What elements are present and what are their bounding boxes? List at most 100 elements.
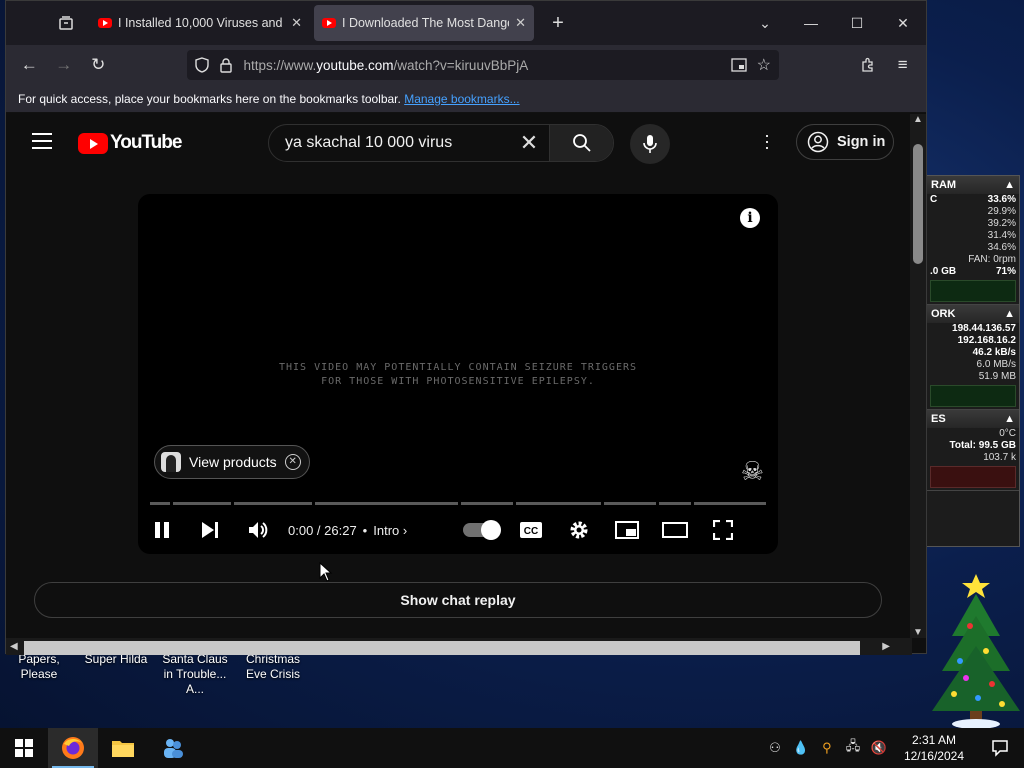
lock-icon[interactable] — [219, 57, 233, 73]
clock[interactable]: 2:31 AM 12/16/2024 — [904, 732, 964, 764]
scroll-right-icon[interactable]: ▶ — [882, 638, 890, 655]
chapter-segment[interactable] — [694, 502, 766, 505]
drive-total: Total: 99.5 GB — [949, 440, 1017, 451]
chapter-segment[interactable] — [603, 502, 656, 505]
clock-date: 12/16/2024 — [903, 749, 964, 763]
tab-viruses-video[interactable]: I Installed 10,000 Viruses and Th ✕ — [90, 5, 310, 41]
scroll-left-icon[interactable]: ◀ — [10, 638, 18, 655]
christmas-tree-gadget — [932, 574, 1020, 729]
people-tray-icon[interactable]: ⚇ — [766, 740, 784, 756]
video-player[interactable]: i THIS VIDEO MAY POTENTIALLY CONTAIN SEI… — [138, 194, 778, 554]
net-speed: 46.2 kB/s — [972, 347, 1016, 358]
guide-menu-icon[interactable] — [32, 133, 52, 149]
chapter-segment[interactable] — [150, 502, 170, 505]
youtube-favicon-icon — [322, 18, 336, 28]
taskbar-app-people[interactable] — [148, 728, 198, 768]
scrollbar-thumb[interactable] — [913, 144, 923, 264]
collapse-icon[interactable]: ▲ — [1004, 308, 1015, 320]
close-icon[interactable]: ✕ — [284, 454, 301, 470]
desktop-icon-papers-please[interactable]: Papers, Please — [0, 652, 78, 682]
search-tray-icon[interactable]: ⚲ — [818, 740, 836, 756]
tab-manager-button[interactable] — [46, 7, 86, 39]
subtitles-button[interactable]: CC — [507, 510, 555, 550]
scrollbar-thumb[interactable] — [24, 641, 860, 655]
tab-dangerous-video[interactable]: I Downloaded The Most Dange ✕ — [314, 5, 534, 41]
sign-in-button[interactable]: Sign in — [796, 124, 894, 160]
maximize-button[interactable]: ☐ — [834, 1, 880, 45]
new-tab-button[interactable]: + — [540, 12, 576, 35]
chapter-segment[interactable] — [172, 502, 232, 505]
people-app-icon — [164, 739, 183, 758]
theater-mode-icon — [662, 522, 689, 538]
pause-button[interactable] — [138, 510, 186, 550]
minimize-button[interactable]: — — [788, 1, 834, 45]
close-tab-icon[interactable]: ✕ — [291, 15, 302, 31]
miniplayer-button[interactable] — [603, 510, 651, 550]
info-icon[interactable]: i — [740, 208, 760, 228]
list-all-tabs-icon[interactable]: ⌄ — [742, 1, 788, 45]
shield-icon[interactable] — [195, 57, 210, 73]
bookmark-star-icon[interactable]: ☆ — [757, 55, 771, 75]
settings-more-icon[interactable]: · · · — [764, 126, 770, 156]
drive-graph — [930, 466, 1016, 488]
address-bar[interactable]: https://www.youtube.com/watch?v=kiruuvBb… — [187, 50, 779, 80]
chapter-segment[interactable] — [315, 502, 459, 505]
collapse-icon[interactable]: ▲ — [1004, 413, 1015, 425]
clear-search-icon[interactable]: ✕ — [509, 130, 549, 156]
scroll-down-icon[interactable]: ▼ — [910, 627, 926, 638]
collapse-icon[interactable]: ▲ — [1004, 179, 1015, 191]
youtube-header: YouTube ya skachal 10 000 virus ✕ · · · Si… — [6, 114, 912, 170]
pause-icon — [155, 522, 169, 538]
settings-button[interactable] — [555, 510, 603, 550]
manage-bookmarks-link[interactable]: Manage bookmarks... — [404, 92, 519, 106]
network-icon[interactable]: 🖧 — [844, 737, 862, 759]
close-window-button[interactable]: ✕ — [880, 1, 926, 45]
view-products-button[interactable]: View products ✕ — [154, 445, 310, 479]
volume-muted-icon[interactable]: 🔇 — [870, 740, 888, 756]
taskbar-file-explorer[interactable] — [98, 728, 148, 768]
taskbar-firefox[interactable] — [48, 728, 98, 768]
next-button[interactable] — [186, 510, 234, 550]
chapter-segment[interactable] — [234, 502, 313, 505]
forward-button[interactable]: → — [48, 49, 78, 81]
microphone-icon — [643, 135, 657, 153]
local-ip: 192.168.16.2 — [957, 335, 1016, 346]
bookmarks-toolbar: For quick access, place your bookmarks h… — [6, 85, 926, 113]
horizontal-scrollbar[interactable]: ◀ ▶ — [6, 638, 912, 655]
progress-bar[interactable] — [150, 502, 766, 505]
reload-button[interactable]: ↻ — [83, 49, 113, 81]
drop-icon[interactable]: 💧 — [792, 740, 810, 756]
youtube-logo[interactable]: YouTube — [78, 132, 182, 154]
notification-center-button[interactable] — [980, 739, 1020, 757]
extensions-icon[interactable] — [853, 49, 883, 81]
desktop-icon-santa-claus[interactable]: Santa Claus in Trouble... A... — [156, 652, 234, 697]
net-max: 6.0 MB/s — [976, 359, 1016, 370]
vertical-scrollbar[interactable]: ▲ ▼ — [910, 114, 926, 638]
chapter-segment[interactable] — [516, 502, 601, 505]
url-text[interactable]: https://www.youtube.com/watch?v=kiruuvBb… — [243, 58, 720, 73]
back-button[interactable]: ← — [14, 49, 44, 81]
voice-search-button[interactable] — [630, 124, 670, 164]
search-button[interactable] — [549, 125, 613, 161]
fullscreen-button[interactable] — [699, 510, 747, 550]
show-chat-replay-button[interactable]: Show chat replay — [34, 582, 882, 618]
url-host: youtube.com — [316, 57, 394, 73]
mute-button[interactable] — [234, 510, 282, 550]
autoplay-toggle[interactable] — [463, 520, 502, 540]
picture-in-picture-icon[interactable] — [731, 58, 747, 72]
warning-line: THIS VIDEO MAY POTENTIALLY CONTAIN SEIZU… — [278, 362, 638, 373]
search-box: ya skachal 10 000 virus ✕ — [268, 124, 614, 162]
start-button[interactable] — [0, 728, 48, 768]
product-thumbnail — [161, 452, 181, 472]
scroll-up-icon[interactable]: ▲ — [910, 114, 926, 125]
chapter-segment[interactable] — [461, 502, 514, 505]
chapter-separator: • — [362, 522, 368, 538]
desktop-icon-christmas-eve-crisis[interactable]: Christmas Eve Crisis — [234, 652, 312, 682]
cpu-label: C — [930, 194, 938, 205]
menu-icon[interactable]: ≡ — [887, 49, 917, 81]
search-input[interactable]: ya skachal 10 000 virus — [269, 134, 509, 152]
chapter-segment[interactable] — [658, 502, 692, 505]
chapter-button[interactable]: Intro › — [373, 523, 407, 538]
theater-mode-button[interactable] — [651, 510, 699, 550]
close-tab-icon[interactable]: ✕ — [515, 15, 526, 31]
